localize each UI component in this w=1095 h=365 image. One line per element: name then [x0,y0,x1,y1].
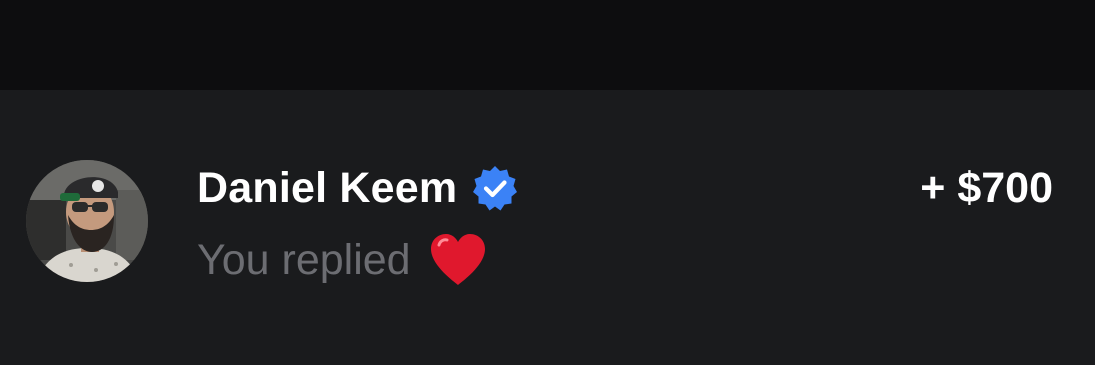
name-line: Daniel Keem [197,162,519,214]
top-bar [0,0,1095,90]
verified-badge-icon [471,164,519,212]
heart-reaction-icon [429,233,487,287]
contact-name[interactable]: Daniel Keem [197,162,457,214]
subtitle-line: You replied [197,230,487,290]
activity-row[interactable]: Daniel Keem You replied + $700 [0,90,1095,365]
avatar[interactable] [26,160,148,282]
transaction-amount: + $700 [920,164,1053,212]
status-text: You replied [197,236,411,284]
avatar-photo [26,160,148,282]
